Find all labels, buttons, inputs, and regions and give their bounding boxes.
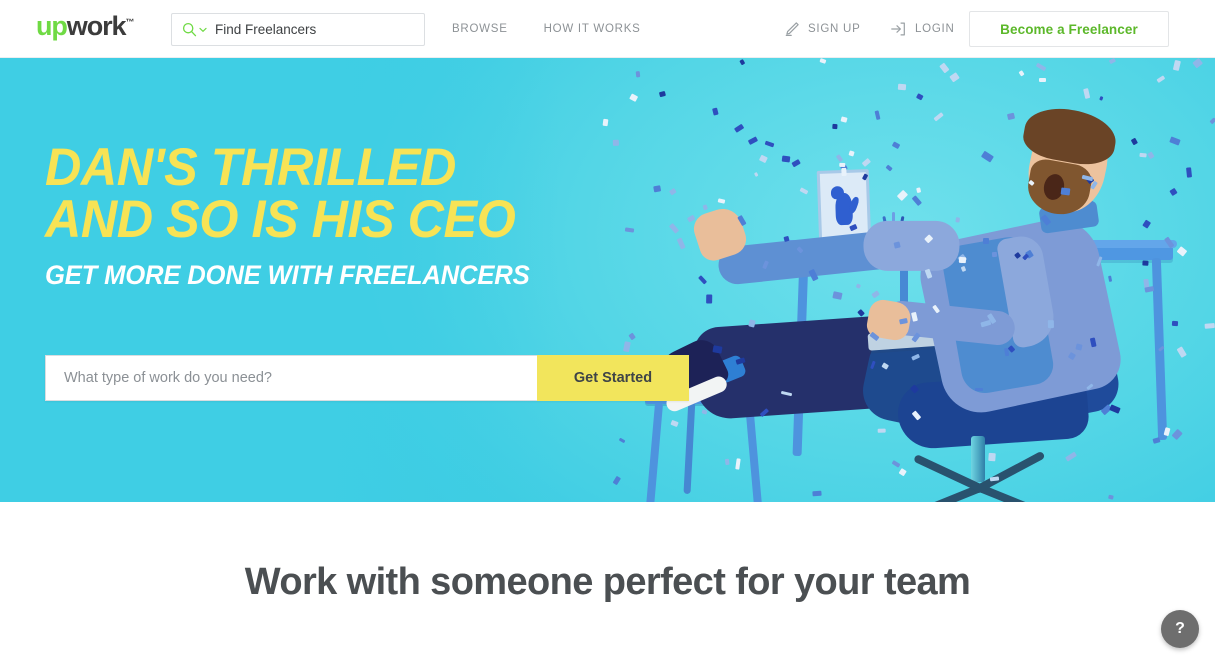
chevron-down-icon[interactable] <box>199 27 207 33</box>
header-search-box[interactable] <box>171 13 425 46</box>
nav-item-how-it-works[interactable]: HOW IT WORKS <box>544 23 641 35</box>
hero-search-input[interactable] <box>45 355 537 401</box>
stool-leg <box>645 402 663 502</box>
hero-banner: DAN'S THRILLED AND SO IS HIS CEO GET MOR… <box>0 58 1215 502</box>
search-input[interactable] <box>215 22 414 37</box>
get-started-button[interactable]: Get Started <box>537 355 689 401</box>
nav-item-browse[interactable]: BROWSE <box>452 23 508 35</box>
site-header: upwork™ BROWSE HOW IT WORKS <box>0 0 1215 58</box>
login-label: LOGIN <box>915 23 955 35</box>
hero-headline-line-1: DAN'S THRILLED <box>45 142 530 194</box>
value-prop-section: Work with someone perfect for your team <box>0 502 1215 662</box>
logo-text-up: up <box>36 11 67 41</box>
section-title: Work with someone perfect for your team <box>245 561 971 604</box>
pencil-icon <box>784 21 800 37</box>
dog-silhouette <box>835 193 853 226</box>
become-a-freelancer-button[interactable]: Become a Freelancer <box>969 11 1169 47</box>
search-icon <box>182 22 197 37</box>
login-arrow-icon <box>890 21 907 37</box>
hero-subheadline: GET MORE DONE WITH FREELANCERS <box>45 260 530 291</box>
main-nav: BROWSE HOW IT WORKS <box>452 0 641 58</box>
hero-illustration-man-at-desk <box>600 58 1215 502</box>
hero-headline-line-2: AND SO IS HIS CEO <box>45 194 530 246</box>
sign-up-link[interactable]: SIGN UP <box>784 21 861 37</box>
hero-search-form: Get Started <box>45 355 689 401</box>
logo-trademark: ™ <box>125 17 134 27</box>
desk-leg <box>1152 258 1167 440</box>
chair-base <box>910 470 1050 502</box>
logo-text-work: work <box>67 11 126 41</box>
stool-leg <box>683 398 695 494</box>
help-button[interactable]: ? <box>1161 610 1199 648</box>
page-root: upwork™ BROWSE HOW IT WORKS <box>0 0 1215 662</box>
sign-up-label: SIGN UP <box>808 23 861 35</box>
upwork-logo[interactable]: upwork™ <box>36 13 134 40</box>
login-link[interactable]: LOGIN <box>890 21 955 37</box>
hero-text-block: DAN'S THRILLED AND SO IS HIS CEO GET MOR… <box>45 142 555 291</box>
